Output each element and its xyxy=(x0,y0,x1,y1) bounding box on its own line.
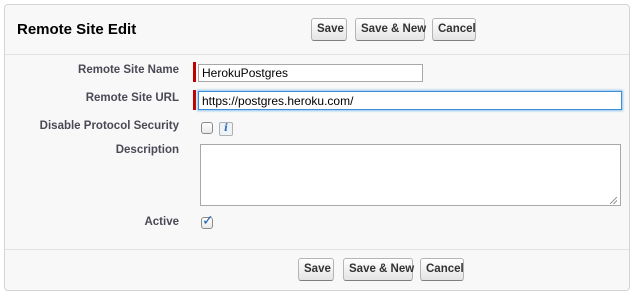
cancel-button-top[interactable]: Cancel xyxy=(432,18,476,41)
save-button-top[interactable]: Save xyxy=(311,18,347,41)
info-icon[interactable]: i xyxy=(219,122,233,136)
description-label: Description xyxy=(115,144,179,156)
page-title: Remote Site Edit xyxy=(17,21,137,38)
active-label: Active xyxy=(144,216,179,228)
description-textarea[interactable] xyxy=(200,144,621,206)
required-marker xyxy=(193,62,196,82)
cancel-button-bottom[interactable]: Cancel xyxy=(420,258,464,281)
required-marker xyxy=(193,90,196,110)
remote-site-url-input[interactable] xyxy=(198,91,622,110)
panel-header: Remote Site Edit Save Save & New Cancel xyxy=(5,5,629,55)
disable-protocol-security-checkbox[interactable] xyxy=(201,122,213,134)
remote-site-edit-panel: Remote Site Edit Save Save & New Cancel … xyxy=(4,4,630,291)
active-checkbox[interactable]: ✓ xyxy=(201,213,214,229)
panel-footer: Save Save & New Cancel xyxy=(5,249,629,290)
remote-site-name-label: Remote Site Name xyxy=(78,64,179,76)
resize-handle[interactable] xyxy=(610,197,617,204)
checkmark-icon: ✓ xyxy=(202,213,214,229)
disable-protocol-security-label: Disable Protocol Security xyxy=(39,120,179,132)
save-new-button-bottom[interactable]: Save & New xyxy=(343,258,414,281)
remote-site-url-label: Remote Site URL xyxy=(85,92,179,104)
remote-site-name-input[interactable] xyxy=(198,64,423,82)
save-new-button-top[interactable]: Save & New xyxy=(355,18,426,41)
save-button-bottom[interactable]: Save xyxy=(298,258,334,281)
